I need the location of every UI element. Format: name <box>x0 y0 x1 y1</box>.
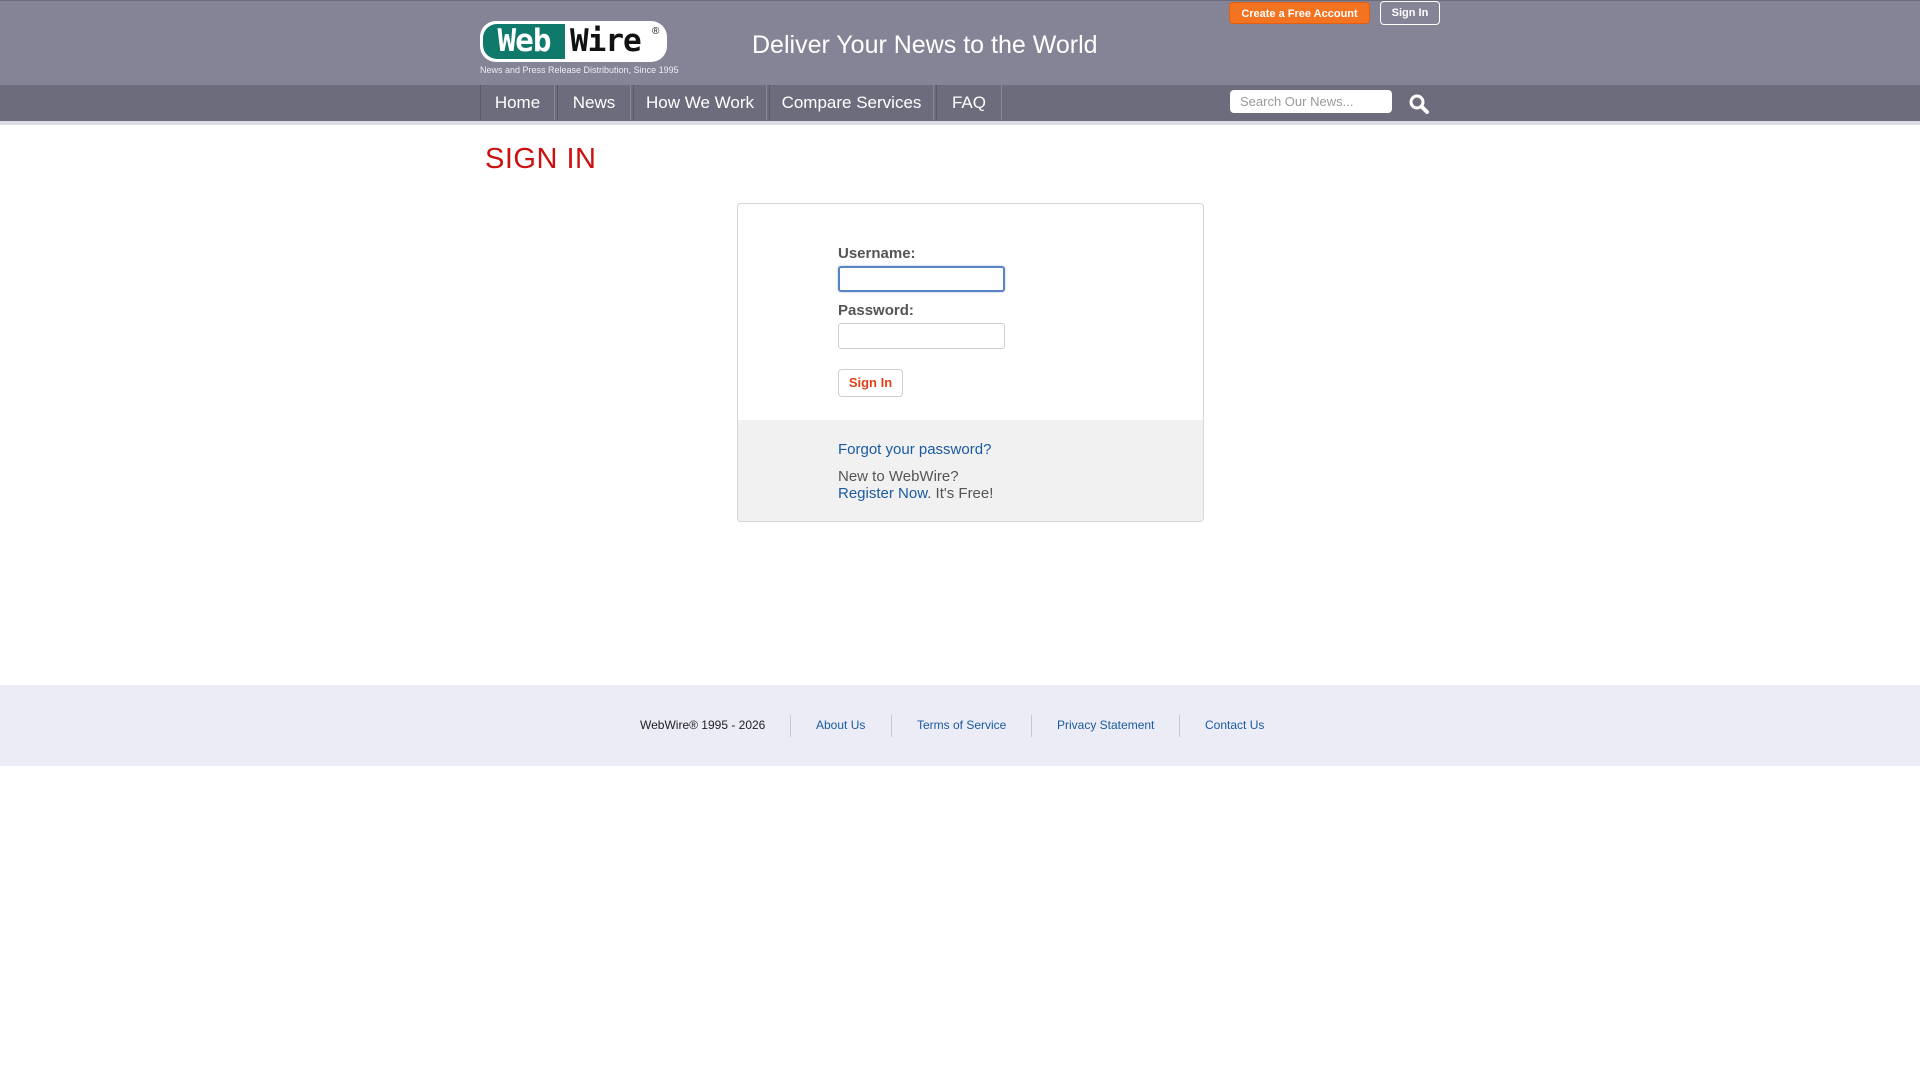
nav-item-news[interactable]: News <box>557 85 631 120</box>
create-free-account-button[interactable]: Create a Free Account <box>1229 2 1370 24</box>
footer-copyright: WebWire® 1995 - 2026 <box>640 718 766 732</box>
new-to-webwire-text: New to WebWire? <box>838 468 959 485</box>
page-title: SIGN IN <box>485 143 597 175</box>
logo-tagline: News and Press Release Distribution, Sin… <box>480 65 679 75</box>
main-nav: Home News How We Work Compare Services F… <box>0 85 1920 121</box>
site-footer: WebWire® 1995 - 2026 About Us Terms of S… <box>0 685 1920 766</box>
nav-divider <box>0 121 1920 125</box>
footer-link-terms-of-service[interactable]: Terms of Service <box>917 685 1006 766</box>
footer-divider <box>1031 715 1032 737</box>
magnifier-icon[interactable] <box>1408 93 1430 115</box>
logo-wire-text: Wire <box>570 23 642 59</box>
search-input[interactable] <box>1230 90 1392 113</box>
password-field[interactable] <box>838 323 1005 349</box>
logo-web-text: Web <box>483 24 565 59</box>
nav-item-home[interactable]: Home <box>480 85 555 120</box>
logo-registered-mark: ® <box>652 26 660 37</box>
login-panel: Username: Password: Sign In Forgot your … <box>737 203 1204 522</box>
sign-in-submit-button[interactable]: Sign In <box>838 369 903 397</box>
nav-item-compare-services[interactable]: Compare Services <box>769 85 934 120</box>
footer-divider <box>1179 715 1180 737</box>
header-sign-in-button[interactable]: Sign In <box>1380 1 1440 25</box>
password-label: Password: <box>838 302 914 319</box>
nav-item-how-we-work[interactable]: How We Work <box>633 85 767 120</box>
footer-divider <box>891 715 892 737</box>
footer-link-about-us[interactable]: About Us <box>816 685 865 766</box>
header-slogan: Deliver Your News to the World <box>752 31 1098 59</box>
footer-link-privacy-statement[interactable]: Privacy Statement <box>1057 685 1154 766</box>
webwire-logo[interactable]: Web Wire ® <box>480 21 667 62</box>
register-suffix-text: . It's Free! <box>927 485 994 502</box>
nav-item-faq[interactable]: FAQ <box>936 85 1002 120</box>
login-footer-panel <box>738 420 1203 521</box>
site-header: Web Wire ® News and Press Release Distri… <box>0 0 1920 85</box>
footer-link-contact-us[interactable]: Contact Us <box>1205 685 1264 766</box>
username-field[interactable] <box>838 266 1005 292</box>
forgot-password-link[interactable]: Forgot your password? <box>838 441 991 458</box>
register-now-link[interactable]: Register Now <box>838 485 927 502</box>
register-line: Register Now. It's Free! <box>838 485 993 502</box>
footer-divider <box>790 715 791 737</box>
username-label: Username: <box>838 245 916 262</box>
